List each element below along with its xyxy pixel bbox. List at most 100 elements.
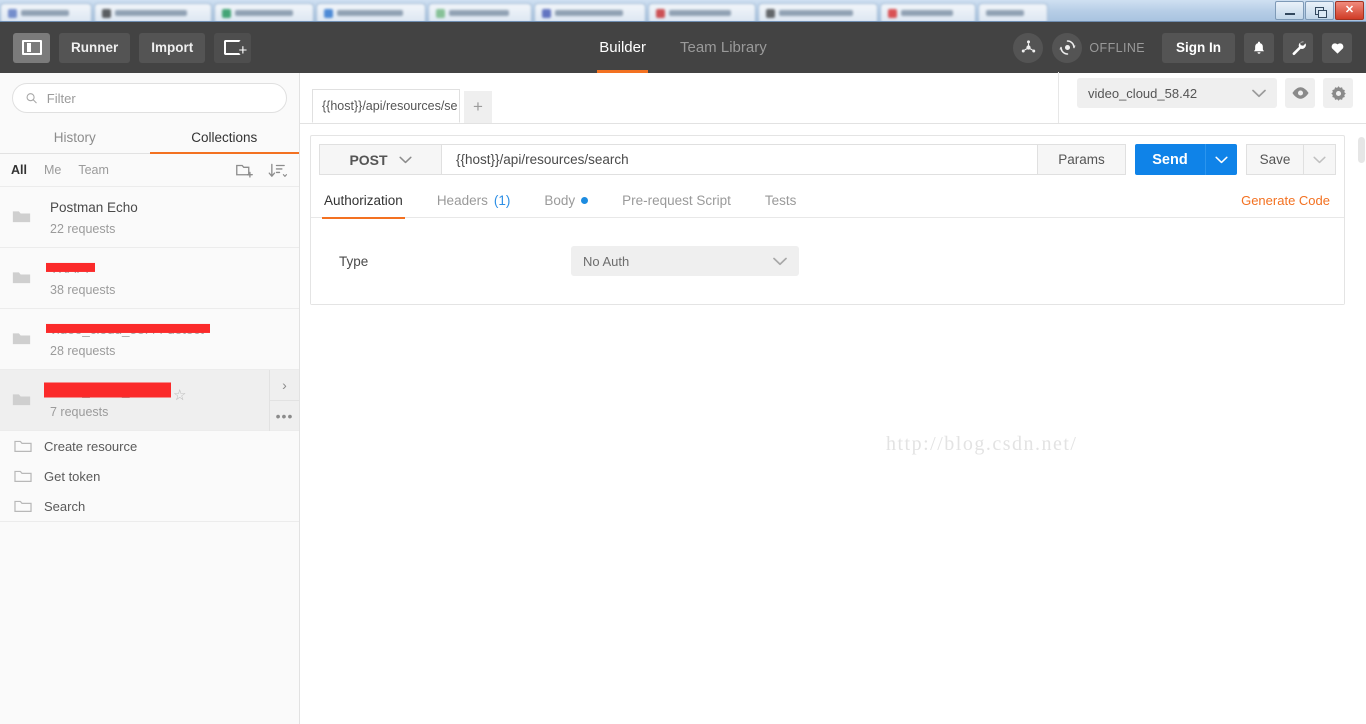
close-icon: ✕ bbox=[1345, 5, 1354, 16]
tab-team-library[interactable]: Team Library bbox=[680, 22, 767, 73]
sidebar-tab-collections[interactable]: Collections bbox=[150, 121, 300, 153]
header-left-actions: Runner Import + bbox=[0, 33, 251, 63]
environment-area: video_cloud_58.42 bbox=[1058, 72, 1366, 123]
tab-body[interactable]: Body bbox=[544, 183, 588, 218]
new-window-icon: + bbox=[224, 40, 241, 55]
sync-status-button[interactable] bbox=[1052, 33, 1082, 63]
tab-tests-label: Tests bbox=[765, 193, 797, 208]
chevron-right-icon[interactable]: › bbox=[270, 370, 299, 400]
search-input[interactable] bbox=[47, 91, 274, 106]
eye-icon bbox=[1291, 86, 1310, 100]
search-box[interactable] bbox=[12, 83, 287, 113]
folder-icon bbox=[14, 499, 32, 514]
tab-team-library-label: Team Library bbox=[680, 39, 767, 56]
url-input[interactable]: {{host}}/api/resources/search bbox=[441, 144, 1038, 175]
environment-quick-look-button[interactable] bbox=[1285, 78, 1315, 108]
add-request-tab-button[interactable]: + bbox=[464, 91, 492, 123]
main-scrollbar-thumb[interactable] bbox=[1358, 137, 1365, 163]
collection-request-count: 7 requests bbox=[50, 405, 163, 419]
wrench-icon bbox=[1290, 39, 1307, 56]
environment-select[interactable]: video_cloud_58.42 bbox=[1077, 78, 1277, 108]
list-item[interactable]: Create resource bbox=[0, 431, 299, 461]
scope-filter-team[interactable]: Team bbox=[78, 163, 109, 177]
tab-body-label: Body bbox=[544, 193, 575, 208]
send-options-button[interactable] bbox=[1205, 144, 1237, 175]
save-button[interactable]: Save bbox=[1246, 144, 1304, 175]
list-item-label: Get token bbox=[44, 469, 100, 484]
new-folder-icon[interactable] bbox=[235, 162, 254, 179]
list-item-label: Create resource bbox=[44, 439, 137, 454]
search-icon bbox=[25, 91, 38, 105]
main-scrollbar[interactable] bbox=[1357, 135, 1366, 724]
browser-tab[interactable] bbox=[880, 3, 976, 22]
import-button[interactable]: Import bbox=[139, 33, 205, 63]
tab-builder[interactable]: Builder bbox=[599, 22, 646, 73]
filter-section bbox=[0, 73, 299, 121]
authorization-panel: Type No Auth bbox=[311, 218, 1344, 304]
collection-item[interactable]: video_cloud_58.44 detect 28 requests bbox=[0, 309, 299, 370]
header-right-actions: OFFLINE Sign In bbox=[1013, 33, 1366, 63]
restore-button[interactable] bbox=[1305, 1, 1334, 20]
sidebar-tab-history[interactable]: History bbox=[0, 121, 150, 153]
http-method-select[interactable]: POST bbox=[319, 144, 441, 175]
request-panel: POST {{host}}/api/resources/search Param… bbox=[310, 135, 1345, 305]
chevron-down-icon bbox=[1252, 89, 1266, 98]
collection-item[interactable]: Postman Echo 22 requests bbox=[0, 187, 299, 248]
scope-filter-me[interactable]: Me bbox=[44, 163, 61, 177]
browser-tab[interactable] bbox=[316, 3, 426, 22]
tab-tests[interactable]: Tests bbox=[765, 183, 797, 218]
more-options-icon[interactable]: ••• bbox=[270, 400, 299, 431]
favorites-button[interactable] bbox=[1322, 33, 1352, 63]
sort-icon[interactable] bbox=[268, 162, 288, 179]
interceptor-icon bbox=[1020, 39, 1037, 56]
sync-status-label: OFFLINE bbox=[1089, 41, 1145, 55]
browser-tab[interactable] bbox=[534, 3, 646, 22]
request-tab[interactable]: {{host}}/api/resources/se bbox=[312, 89, 460, 123]
tab-authorization[interactable]: Authorization bbox=[324, 183, 403, 218]
sidebar-toggle-button[interactable] bbox=[13, 33, 50, 63]
params-button[interactable]: Params bbox=[1038, 144, 1126, 175]
list-item[interactable]: Search bbox=[0, 491, 299, 521]
browser-tab[interactable] bbox=[648, 3, 756, 22]
favorite-star-icon[interactable]: ☆ bbox=[173, 386, 186, 404]
scope-filter-all[interactable]: All bbox=[11, 163, 27, 177]
send-button[interactable]: Send bbox=[1135, 144, 1205, 175]
browser-tab[interactable] bbox=[758, 3, 878, 22]
collection-requests: Create resource Get token Search bbox=[0, 431, 299, 522]
http-method-label: POST bbox=[349, 152, 387, 168]
close-button[interactable]: ✕ bbox=[1335, 1, 1364, 20]
collection-item-selected[interactable]: video_cloud_58.42 7 requests ☆ › ••• bbox=[0, 370, 299, 431]
collection-side-actions: › ••• bbox=[269, 370, 299, 431]
new-window-button[interactable]: + bbox=[214, 33, 251, 63]
tab-authorization-label: Authorization bbox=[324, 193, 403, 208]
generate-code-link[interactable]: Generate Code bbox=[1241, 193, 1344, 208]
sign-in-button[interactable]: Sign In bbox=[1162, 33, 1235, 63]
browser-tab[interactable] bbox=[428, 3, 532, 22]
tab-pre-request-script[interactable]: Pre-request Script bbox=[622, 183, 731, 218]
folder-icon bbox=[14, 439, 32, 454]
interceptor-button[interactable] bbox=[1013, 33, 1043, 63]
save-options-button[interactable] bbox=[1304, 144, 1336, 175]
browser-tab[interactable] bbox=[0, 3, 92, 22]
folder-icon bbox=[12, 392, 31, 408]
minimize-button[interactable] bbox=[1275, 1, 1304, 20]
tab-headers[interactable]: Headers (1) bbox=[437, 183, 511, 218]
browser-tab[interactable] bbox=[214, 3, 314, 22]
collection-request-count: 28 requests bbox=[50, 344, 204, 358]
browser-tab[interactable] bbox=[94, 3, 212, 22]
auth-type-select[interactable]: No Auth bbox=[571, 246, 799, 276]
tab-builder-label: Builder bbox=[599, 39, 646, 56]
tab-headers-label: Headers bbox=[437, 193, 488, 208]
collection-item[interactable]: TKAPI 38 requests bbox=[0, 248, 299, 309]
settings-wrench-button[interactable] bbox=[1283, 33, 1313, 63]
sync-icon bbox=[1058, 38, 1077, 57]
list-item[interactable]: Get token bbox=[0, 461, 299, 491]
runner-button[interactable]: Runner bbox=[59, 33, 130, 63]
environment-settings-button[interactable] bbox=[1323, 78, 1353, 108]
window-controls: ✕ bbox=[1275, 1, 1364, 20]
sidebar-tab-history-label: History bbox=[54, 130, 96, 145]
browser-tab[interactable] bbox=[978, 3, 1048, 22]
notifications-button[interactable] bbox=[1244, 33, 1274, 63]
chevron-down-icon bbox=[399, 156, 412, 164]
headers-count-badge: (1) bbox=[494, 193, 511, 208]
